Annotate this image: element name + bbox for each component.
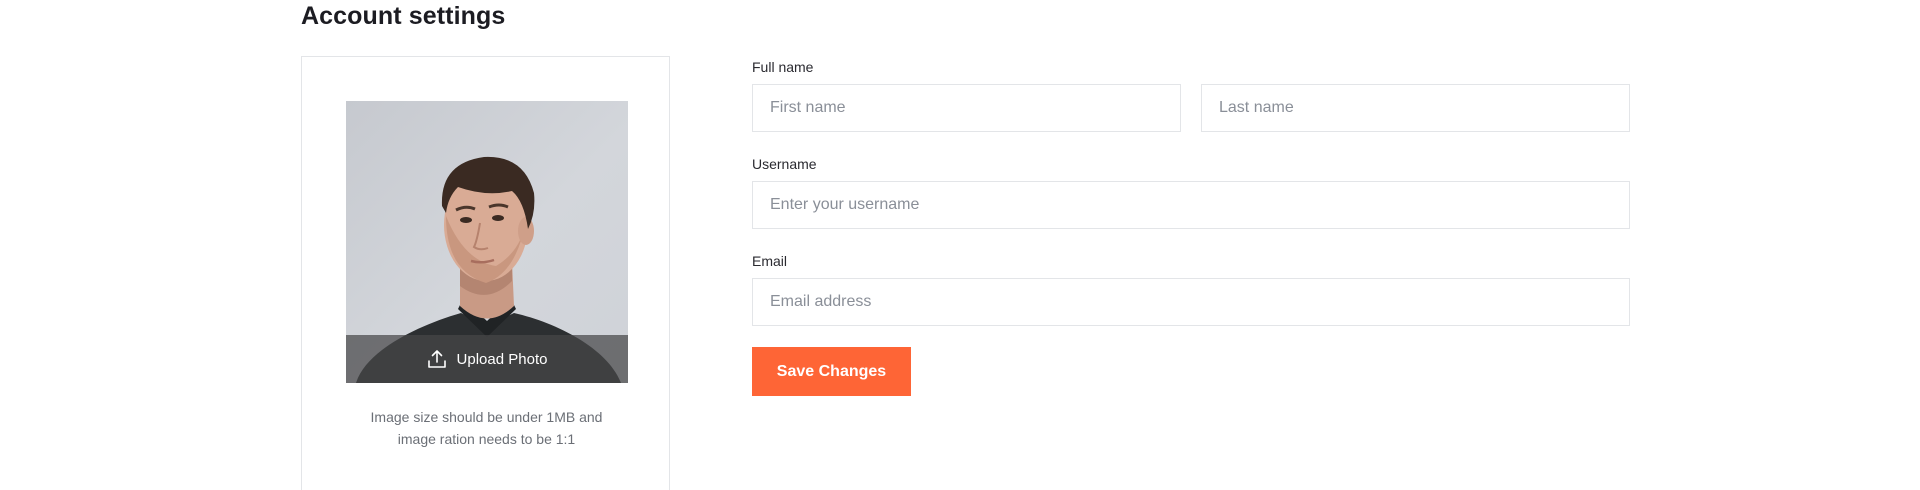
photo-hint: Image size should be under 1MB and image…: [332, 406, 641, 450]
last-name-input[interactable]: [1201, 84, 1630, 132]
first-name-input[interactable]: [752, 84, 1181, 132]
username-input[interactable]: [752, 181, 1630, 229]
email-label: Email: [752, 253, 788, 269]
upload-photo-label: Upload Photo: [456, 350, 548, 368]
email-input[interactable]: [752, 278, 1630, 326]
upload-icon: [427, 349, 447, 369]
profile-photo: Upload Photo: [346, 101, 628, 383]
page-title: Account settings: [301, 2, 506, 30]
photo-hint-line-1: Image size should be under 1MB and: [370, 409, 603, 425]
save-changes-button[interactable]: Save Changes: [752, 347, 911, 396]
full-name-label: Full name: [752, 59, 814, 75]
username-label: Username: [752, 156, 817, 172]
upload-photo-button[interactable]: Upload Photo: [346, 335, 628, 383]
photo-hint-line-2: image ration needs to be 1:1: [397, 431, 576, 447]
account-settings-page: Account settings Upload Photo Image size…: [0, 0, 1920, 490]
profile-photo-card: Upload Photo Image size should be under …: [301, 56, 670, 490]
